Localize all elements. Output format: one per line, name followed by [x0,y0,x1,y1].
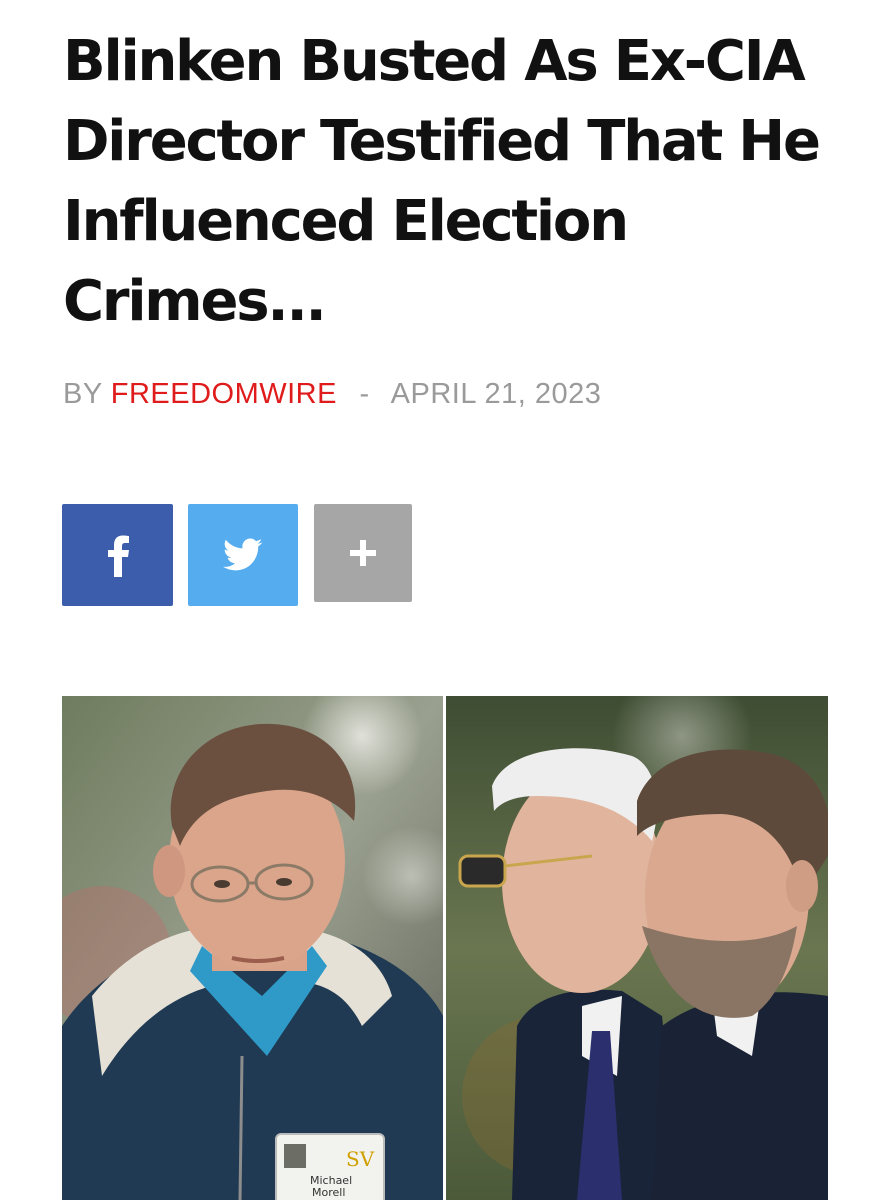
byline-prefix: BY [63,378,103,410]
article-byline: BY FREEDOMWIRE - APRIL 21, 2023 [63,378,601,411]
article-featured-image: SV Michael Morell [62,696,828,1200]
author-link[interactable]: FREEDOMWIRE [111,378,337,410]
byline-separator: - [359,378,370,410]
plus-icon [350,540,376,566]
badge-name-last: Morell [312,1186,345,1199]
more-share-button[interactable] [314,504,412,602]
publish-date: APRIL 21, 2023 [390,378,602,410]
badge-logo: SV [346,1147,375,1171]
twitter-icon [223,538,263,571]
article-title: Blinken Busted As Ex-CIA Director Testif… [63,29,821,334]
featured-photo-illustration: SV Michael Morell [62,696,828,1200]
facebook-icon [107,535,129,577]
facebook-share-button[interactable] [62,504,173,606]
conference-badge: SV Michael Morell [275,1133,385,1200]
twitter-share-button[interactable] [188,504,298,606]
